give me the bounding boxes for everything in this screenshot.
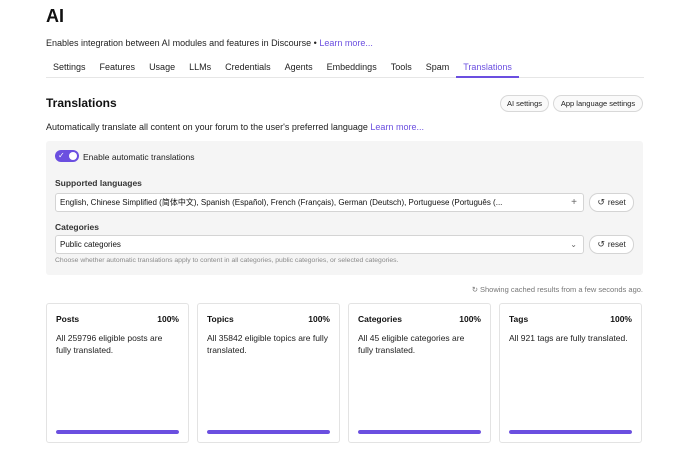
refresh-icon: ↻: [471, 285, 478, 294]
card-title: Posts: [56, 314, 80, 324]
card-percent: 100%: [157, 314, 179, 324]
auto-translate-toggle[interactable]: ✓: [55, 150, 79, 162]
page-description-text: Enables integration between AI modules a…: [46, 38, 317, 48]
card-title: Categories: [358, 314, 402, 324]
languages-reset-button[interactable]: ↺ reset: [589, 193, 634, 212]
undo-icon: ↺: [597, 239, 605, 249]
tab-tools[interactable]: Tools: [384, 59, 419, 78]
progress-bar: [358, 430, 481, 434]
categories-label: Categories: [55, 222, 99, 232]
card-text: All 259796 eligible posts are fully tran…: [56, 333, 163, 355]
section-title: Translations: [46, 96, 117, 110]
check-icon: ✓: [58, 151, 65, 160]
stat-card-tags: Tags 100% All 921 tags are fully transla…: [499, 303, 642, 443]
section-description-text: Automatically translate all content on y…: [46, 122, 368, 132]
progress-bar: [509, 430, 632, 434]
tab-features[interactable]: Features: [93, 59, 143, 78]
tab-translations[interactable]: Translations: [456, 59, 519, 78]
progress-fill: [509, 430, 632, 434]
supported-languages-label: Supported languages: [55, 178, 142, 188]
page-title: AI: [46, 6, 64, 26]
tab-bar: Settings Features Usage LLMs Credentials…: [46, 59, 644, 78]
categories-reset-button[interactable]: ↺ reset: [589, 235, 634, 254]
tab-embeddings[interactable]: Embeddings: [320, 59, 384, 78]
tab-settings[interactable]: Settings: [46, 59, 93, 78]
cache-note: ↻ Showing cached results from a few seco…: [472, 285, 643, 294]
cache-note-text: Showing cached results from a few second…: [479, 285, 643, 294]
ai-settings-button[interactable]: AI settings: [500, 95, 549, 112]
tab-agents[interactable]: Agents: [278, 59, 320, 78]
tab-spam[interactable]: Spam: [419, 59, 457, 78]
tab-credentials[interactable]: Credentials: [218, 59, 278, 78]
tab-usage[interactable]: Usage: [142, 59, 182, 78]
reset-label: reset: [607, 198, 626, 207]
card-percent: 100%: [610, 314, 632, 324]
app-language-settings-button[interactable]: App language settings: [553, 95, 643, 112]
toggle-label: Enable automatic translations: [83, 152, 195, 162]
page-description: Enables integration between AI modules a…: [46, 38, 373, 48]
chevron-down-icon: ⌄: [570, 240, 577, 249]
card-text: All 921 tags are fully translated.: [509, 333, 628, 343]
progress-fill: [207, 430, 330, 434]
progress-fill: [56, 430, 179, 434]
tab-llms[interactable]: LLMs: [182, 59, 218, 78]
card-text: All 45 eligible categories are fully tra…: [358, 333, 465, 355]
stat-card-posts: Posts 100% All 259796 eligible posts are…: [46, 303, 189, 443]
supported-languages-input[interactable]: English, Chinese Simplified (简体中文), Span…: [55, 193, 584, 212]
card-title: Tags: [509, 314, 529, 324]
card-percent: 100%: [459, 314, 481, 324]
stat-card-topics: Topics 100% All 35842 eligible topics ar…: [197, 303, 340, 443]
progress-bar: [56, 430, 179, 434]
card-text: All 35842 eligible topics are fully tran…: [207, 333, 328, 355]
section-learn-more-link[interactable]: Learn more...: [370, 122, 424, 132]
supported-languages-value: English, Chinese Simplified (简体中文), Span…: [60, 198, 503, 207]
reset-label: reset: [607, 240, 626, 249]
stat-card-categories: Categories 100% All 45 eligible categori…: [348, 303, 491, 443]
categories-help-text: Choose whether automatic translations ap…: [55, 257, 399, 264]
categories-select[interactable]: Public categories ⌄: [55, 235, 584, 254]
categories-value: Public categories: [60, 240, 121, 249]
progress-fill: [358, 430, 481, 434]
learn-more-link[interactable]: Learn more...: [319, 38, 373, 48]
section-description: Automatically translate all content on y…: [46, 122, 424, 132]
plus-icon[interactable]: +: [571, 194, 577, 211]
progress-bar: [207, 430, 330, 434]
card-percent: 100%: [308, 314, 330, 324]
card-title: Topics: [207, 314, 234, 324]
undo-icon: ↺: [597, 197, 605, 207]
toggle-knob: [69, 152, 77, 160]
